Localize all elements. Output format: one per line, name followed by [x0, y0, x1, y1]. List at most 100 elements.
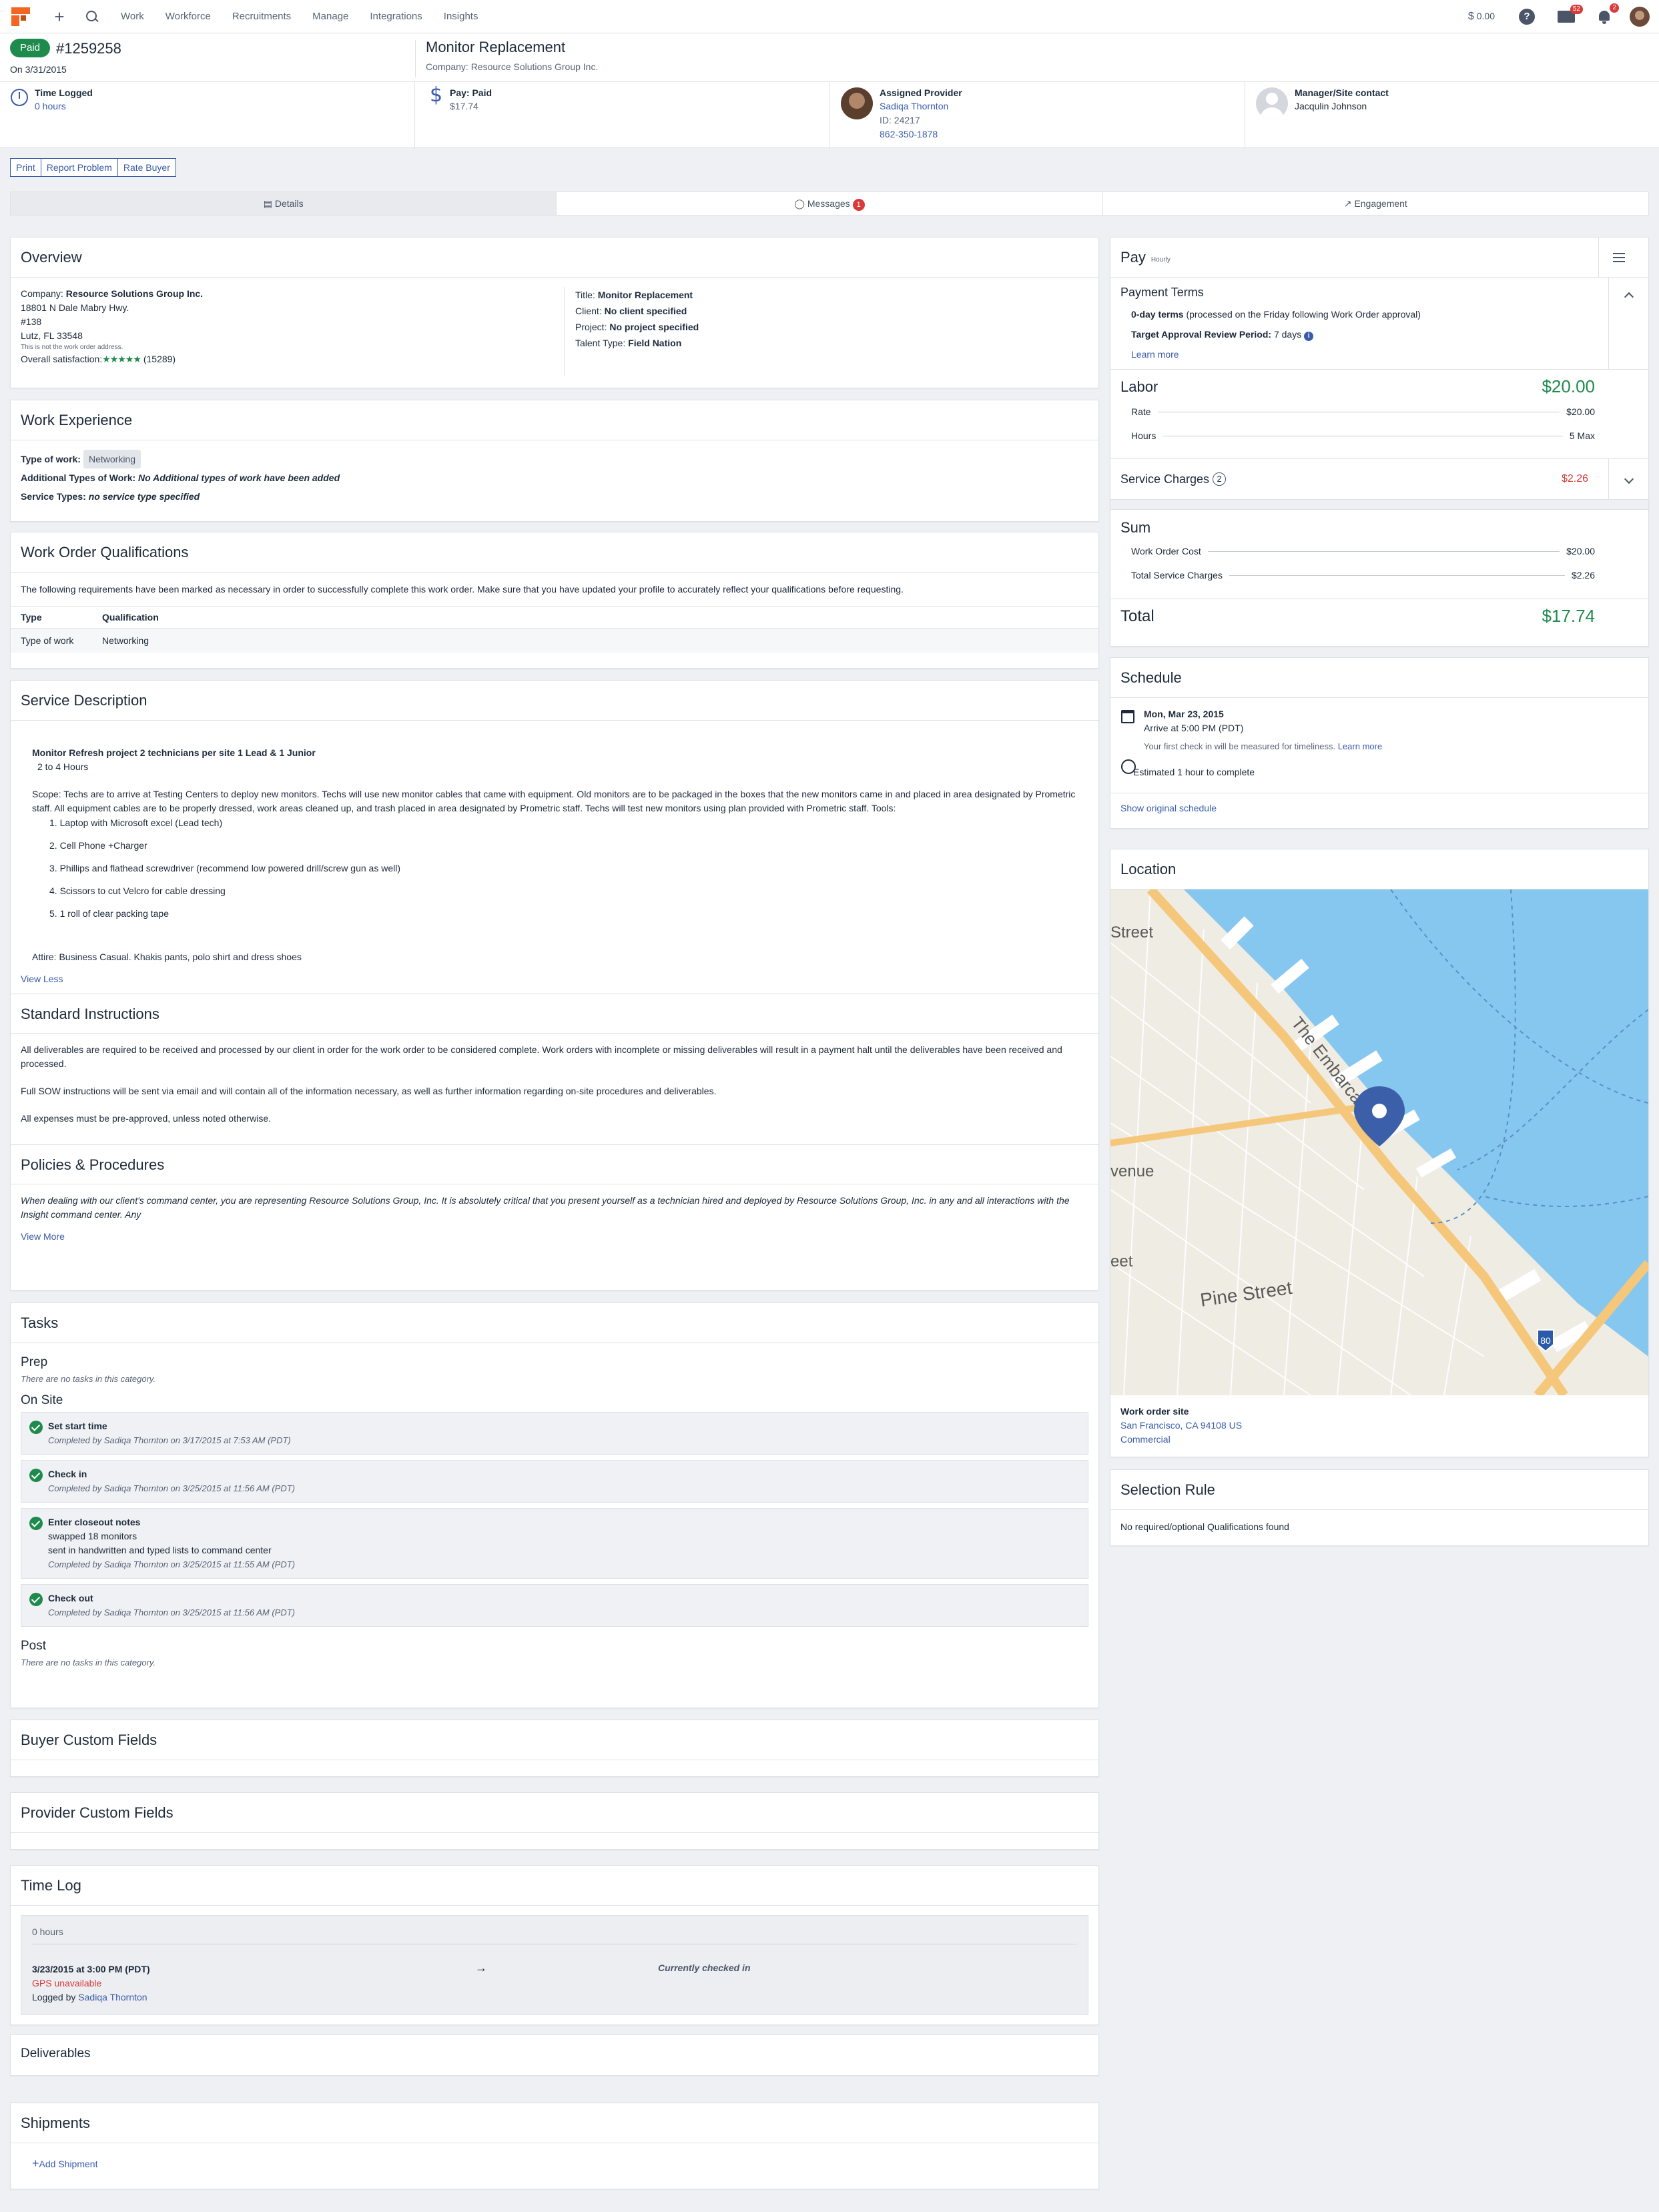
- balance[interactable]: $0.00: [1468, 11, 1495, 23]
- sum-label: Sum: [1120, 519, 1151, 536]
- print-button[interactable]: Print: [10, 158, 41, 177]
- status-date: On 3/31/2015: [10, 64, 67, 75]
- collapse-terms-button[interactable]: [1608, 278, 1648, 370]
- work-order-header: Paid #1259258 On 3/31/2015 Monitor Repla…: [0, 33, 1659, 149]
- tab-engagement[interactable]: ↗ Engagement: [1103, 192, 1648, 215]
- provider-avatar[interactable]: [841, 87, 873, 119]
- standard-paragraph: All deliverables are required to be rece…: [21, 1044, 1062, 1069]
- tool-item: 4. Scissors to cut Velcro for cable dres…: [49, 885, 226, 896]
- location-map[interactable]: Street The Embarcadero venue eet Pine St…: [1110, 889, 1648, 1395]
- list-icon: [1612, 252, 1625, 262]
- work-order-cost-value: $20.00: [1566, 546, 1595, 557]
- schedule-panel: Schedule Mon, Mar 23, 2015 Arrive at 5:0…: [1110, 657, 1649, 829]
- view-more-link[interactable]: View More: [11, 1231, 1098, 1242]
- rate-buyer-button[interactable]: Rate Buyer: [117, 158, 176, 177]
- mail-badge: 52: [1570, 4, 1583, 14]
- satisfaction-count: (15289): [143, 354, 176, 364]
- review-label: Target Approval Review Period:: [1131, 329, 1272, 340]
- provider-name[interactable]: Sadiqa Thornton: [880, 101, 948, 111]
- show-original-schedule-link[interactable]: Show original schedule: [1110, 793, 1648, 823]
- view-less-link[interactable]: View Less: [11, 964, 1098, 994]
- onsite-heading: On Site: [21, 1393, 63, 1407]
- qualifications-table: Type Qualification Type of work Networking: [11, 606, 1098, 653]
- task-item[interactable]: Check out Completed by Sadiqa Thornton o…: [21, 1584, 1088, 1627]
- info-icon[interactable]: i: [1304, 332, 1314, 341]
- manager-label: Manager/Site contact: [1295, 87, 1389, 98]
- type-of-work-tag: Networking: [83, 450, 141, 468]
- nav-item-workforce[interactable]: Workforce: [165, 11, 211, 22]
- company-name: Resource Solutions Group Inc.: [65, 288, 204, 299]
- stopwatch-icon: [1121, 759, 1136, 774]
- talent-label: Talent Type:: [575, 338, 626, 348]
- dollar-icon: $: [1467, 10, 1474, 22]
- tab-messages[interactable]: ◯ Messages 1: [557, 192, 1103, 215]
- manager-name: Jacqulin Johnson: [1295, 101, 1367, 111]
- tasks-panel: Tasks Prep There are no tasks in this ca…: [10, 1303, 1099, 1708]
- task-completed: Completed by Sadiqa Thornton on 3/25/201…: [48, 1483, 295, 1493]
- total-service-charges-value: $2.26: [1571, 570, 1595, 581]
- tool-item: 5. 1 roll of clear packing tape: [49, 908, 169, 919]
- rate-value: $20.00: [1566, 406, 1595, 417]
- pay-list-button[interactable]: [1598, 237, 1638, 278]
- check-circle-icon: [29, 1469, 43, 1482]
- task-item[interactable]: Check in Completed by Sadiqa Thornton on…: [21, 1460, 1088, 1503]
- help-icon[interactable]: ?: [1519, 8, 1535, 25]
- address-line-3: Lutz, FL 33548: [21, 330, 83, 341]
- bell-icon[interactable]: 2: [1598, 3, 1619, 24]
- create-plus-icon[interactable]: +: [46, 8, 73, 25]
- service-charges-row[interactable]: Service Charges 2 $2.26: [1110, 459, 1648, 499]
- map-svg[interactable]: Street The Embarcadero venue eet Pine St…: [1110, 889, 1648, 1395]
- column-qualification: Qualification: [92, 606, 1098, 629]
- schedule-title: Schedule: [1110, 658, 1648, 698]
- tab-details-label: Details: [274, 198, 304, 209]
- service-heading: Monitor Refresh project 2 technicians pe…: [32, 747, 316, 758]
- nav-item-integrations[interactable]: Integrations: [370, 11, 422, 22]
- nav-item-insights[interactable]: Insights: [444, 11, 478, 22]
- tab-bar: ▤ Details ◯ Messages 1 ↗ Engagement: [10, 192, 1649, 216]
- app-logo-icon[interactable]: [11, 7, 30, 26]
- tool-item: 3. Phillips and flathead screwdriver (re…: [49, 863, 400, 873]
- document-icon: ▤: [263, 198, 275, 209]
- client-label: Client:: [575, 306, 602, 316]
- work-order-number: #1259258: [56, 40, 121, 57]
- address-note: This is not the work order address.: [21, 344, 123, 351]
- policies-title: Policies & Procedures: [11, 1144, 1098, 1184]
- service-description-title: Service Description: [11, 681, 1098, 721]
- provider-phone[interactable]: 862-350-1878: [880, 129, 938, 139]
- logger-link[interactable]: Sadiqa Thornton: [78, 1992, 147, 2002]
- overview-panel: Overview Company: Resource Solutions Gro…: [10, 237, 1099, 388]
- qualifications-intro: The following requirements have been mar…: [21, 584, 904, 595]
- rating-stars-icon: ★★★★★: [102, 354, 141, 364]
- mail-icon[interactable]: 52: [1558, 4, 1583, 23]
- nav-item-work[interactable]: Work: [121, 11, 144, 22]
- chevron-down-icon[interactable]: [1624, 474, 1634, 484]
- tab-messages-label: Messages: [807, 198, 850, 209]
- address-line-2: #138: [21, 316, 42, 327]
- schedule-estimate: Estimated 1 hour to complete: [1133, 767, 1255, 777]
- time-logged-value[interactable]: 0 hours: [35, 101, 66, 111]
- provider-label: Assigned Provider: [880, 87, 962, 98]
- report-problem-button[interactable]: Report Problem: [40, 158, 118, 177]
- map-label: eet: [1110, 1252, 1133, 1270]
- task-item[interactable]: Set start time Completed by Sadiqa Thorn…: [21, 1412, 1088, 1455]
- satisfaction-label: Overall satisfaction:: [21, 354, 103, 364]
- task-name: Check out: [48, 1593, 93, 1603]
- additional-types-label: Additional Types of Work:: [21, 472, 136, 483]
- nav-item-recruitments[interactable]: Recruitments: [232, 11, 291, 22]
- user-avatar[interactable]: [1630, 6, 1650, 27]
- policies-text: When dealing with our client's command c…: [21, 1195, 1070, 1220]
- pay-type: Hourly: [1150, 256, 1171, 264]
- learn-more-link[interactable]: Learn more: [1120, 344, 1638, 364]
- search-icon[interactable]: [83, 8, 101, 25]
- site-address[interactable]: San Francisco, CA 94108 US: [1120, 1419, 1638, 1433]
- nav-item-manage[interactable]: Manage: [312, 11, 348, 22]
- map-label: Street: [1110, 924, 1153, 942]
- add-shipment-button[interactable]: +Add Shipment: [11, 2143, 1098, 2184]
- schedule-learn-link[interactable]: Learn more: [1338, 741, 1382, 751]
- table-row: Type of work Networking: [11, 628, 1098, 653]
- tab-details[interactable]: ▤ Details: [11, 192, 557, 215]
- selection-rule-text: No required/optional Qualifications foun…: [1120, 1521, 1289, 1532]
- messages-badge: 1: [852, 199, 865, 211]
- type-of-work-label: Type of work:: [21, 454, 81, 464]
- task-item[interactable]: Enter closeout notes swapped 18 monitors…: [21, 1508, 1088, 1579]
